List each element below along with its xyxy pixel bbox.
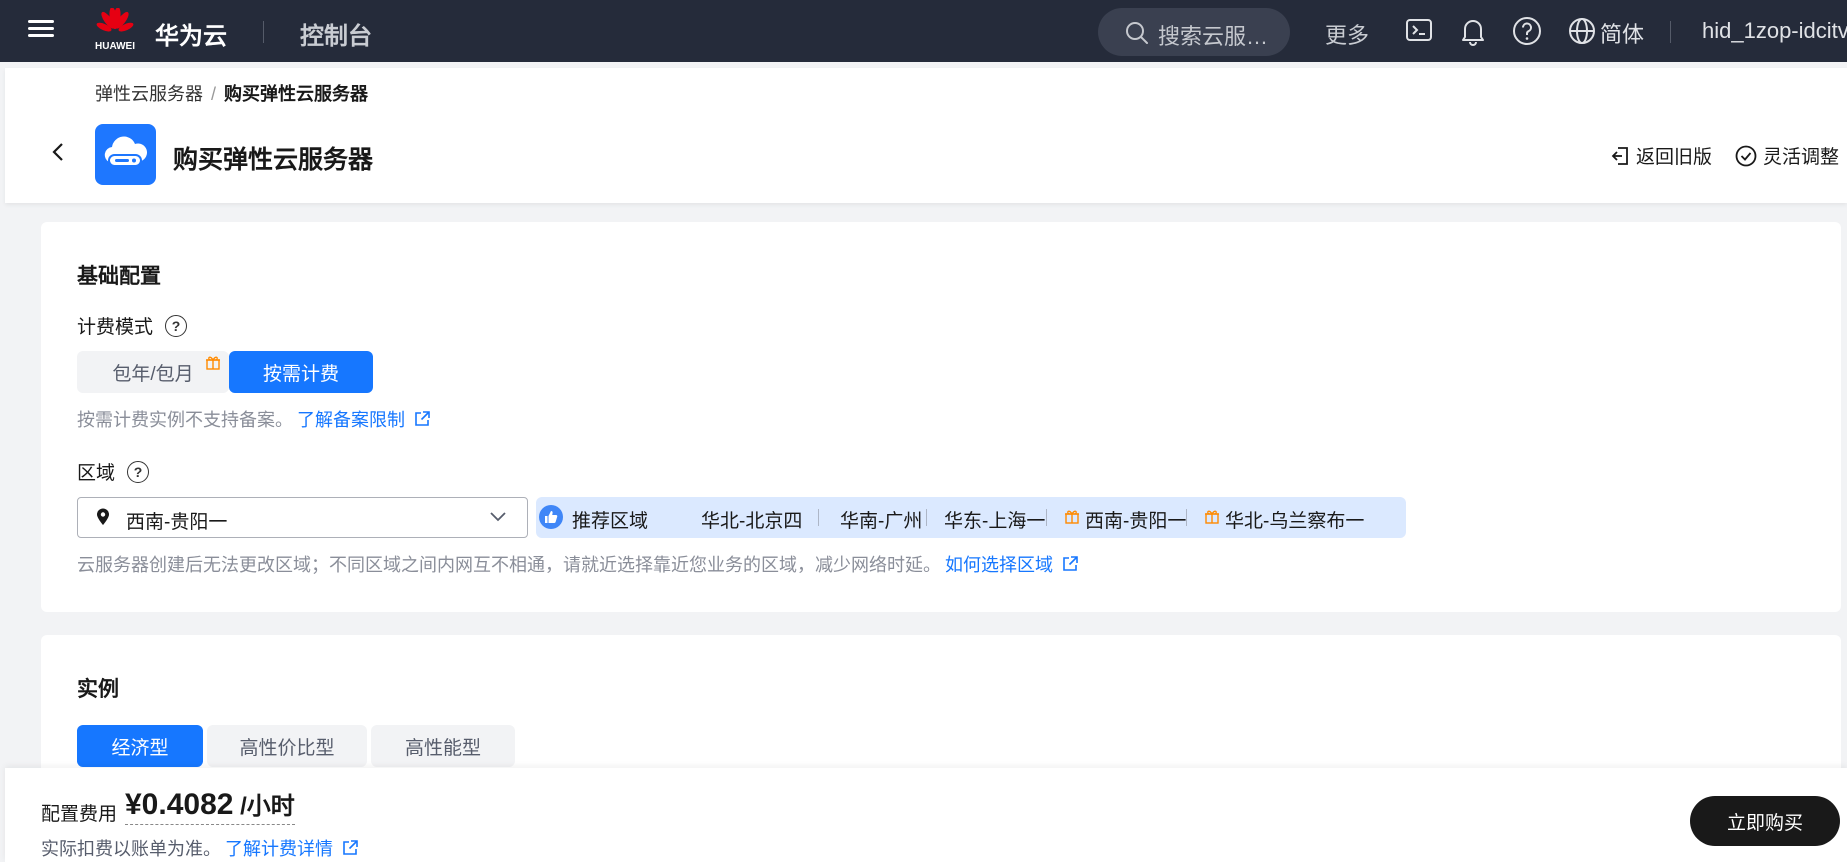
section-title: 基础配置 [77,265,161,288]
basic-config-card: 基础配置 计费模式 ? 包年/包月 按需计费 按需计费实例不支持备案。 了解备案… [41,222,1841,612]
filing-restriction-link[interactable]: 了解备案限制 [297,406,431,432]
billing-hint: 按需计费实例不支持备案。 了解备案限制 [77,406,431,432]
flexible-adjust-label: 灵活调整 [1763,147,1840,168]
billing-mode-label: 计费模式 ? [77,312,188,339]
gift-icon [1065,510,1079,524]
external-link-icon [415,411,430,426]
help-icon[interactable]: ? [127,460,150,483]
flexible-adjust-button[interactable]: 灵活调整 [1735,142,1839,169]
divider [1046,509,1047,526]
divider [926,509,927,526]
help-icon[interactable] [1512,16,1542,46]
page-title: 购买弹性云服务器 [173,146,374,174]
region-option-guiyang1[interactable]: 西南-贵阳一 [1085,506,1186,533]
region-label: 区域 ? [77,458,150,485]
external-link-icon [343,840,358,855]
search-icon [1126,22,1148,44]
divider [818,509,819,526]
region-option-guangzhou[interactable]: 华南-广州 [840,506,922,533]
search-input[interactable]: 搜索云服… [1098,8,1290,56]
region-option-beijing4[interactable]: 华北-北京四 [701,506,802,533]
section-title: 实例 [77,678,119,701]
more-menu[interactable]: 更多 [1325,18,1369,50]
external-link-icon [1063,556,1078,571]
breadcrumb: 弹性云服务器 / 购买弹性云服务器 [95,84,369,104]
region-option-shanghai1[interactable]: 华东-上海一 [944,506,1045,533]
region-selected-value: 西南-贵阳一 [126,512,228,533]
buy-now-button[interactable]: 立即购买 [1690,796,1840,846]
chevron-down-icon [490,512,506,522]
location-pin-icon [97,508,109,525]
check-circle-icon [1735,145,1757,166]
price-unit: /小时 [233,793,295,820]
thumbs-up-icon [539,505,563,529]
how-to-choose-region-link[interactable]: 如何选择区域 [945,551,1079,577]
help-icon[interactable]: ? [165,314,188,337]
region-label-text: 区域 [77,463,116,484]
search-placeholder: 搜索云服… [1158,24,1269,49]
ecs-product-icon [95,124,156,185]
terminal-icon[interactable] [1405,16,1433,44]
gift-icon [1205,510,1219,524]
breadcrumb-ecs[interactable]: 弹性云服务器 [95,84,203,104]
how-to-choose-region-link-text: 如何选择区域 [945,555,1053,575]
exit-icon [1611,146,1628,165]
region-hint: 云服务器创建后无法更改区域；不同区域之间内网互不相通，请就近选择靠近您业务的区域… [77,551,1079,577]
region-hint-text: 云服务器创建后无法更改区域；不同区域之间内网互不相通，请就近选择靠近您业务的区域… [77,555,941,575]
huawei-logo[interactable]: HUAWEI [92,7,138,56]
return-old-version-button[interactable]: 返回旧版 [1610,142,1712,169]
region-option-ulanqab1[interactable]: 华北-乌兰察布一 [1225,506,1364,533]
fee-note-text: 实际扣费以账单为准。 [41,839,221,859]
page-header: 弹性云服务器 / 购买弹性云服务器 购买弹性云服务器 返回旧版 灵活调整 [5,68,1847,203]
divider [1670,21,1671,43]
fee-note: 实际扣费以账单为准。 了解计费详情 [41,835,359,861]
divider [263,21,264,43]
config-price[interactable]: ¥0.4082 /小时 [125,786,295,825]
logo-text: HUAWEI [95,41,135,52]
recommended-regions-title: 推荐区域 [572,511,649,532]
instance-tab-high-performance[interactable]: 高性能型 [371,725,515,767]
globe-icon[interactable] [1568,17,1596,45]
instance-tab-cost-effective[interactable]: 高性价比型 [207,725,367,767]
top-navigation-bar: HUAWEI 华为云 控制台 搜索云服… 更多 简体 hid_1zop-idci… [0,0,1847,62]
divider [1186,509,1187,526]
billing-hint-text: 按需计费实例不支持备案。 [77,410,293,430]
return-old-version-label: 返回旧版 [1636,147,1713,168]
billing-details-link-text: 了解计费详情 [225,839,333,859]
instance-tab-economy[interactable]: 经济型 [77,725,203,767]
back-arrow-icon[interactable] [48,141,70,163]
breadcrumb-current: 购买弹性云服务器 [224,84,369,104]
billing-mode-text: 计费模式 [77,317,154,338]
region-select[interactable]: 西南-贵阳一 [77,497,528,538]
price-value: ¥0.4082 [125,788,234,821]
recommended-regions-bar: 推荐区域 华北-北京四 华南-广州 华东-上海一 西南-贵阳一 华北-乌兰察布一 [536,497,1406,538]
billing-details-link[interactable]: 了解计费详情 [225,835,359,861]
order-footer: 配置费用 ¥0.4082 /小时 实际扣费以账单为准。 了解计费详情 立即购买 [5,768,1847,862]
user-account[interactable]: hid_1zop-idcitvo [1702,18,1847,44]
console-link[interactable]: 控制台 [300,16,372,51]
gift-icon [206,356,220,370]
brand-name[interactable]: 华为云 [155,16,227,51]
language-switch[interactable]: 简体 [1600,17,1644,49]
filing-restriction-link-text: 了解备案限制 [297,410,405,430]
billing-option-on-demand[interactable]: 按需计费 [229,351,373,393]
fee-label: 配置费用 [41,804,118,825]
bell-icon[interactable] [1459,16,1487,46]
menu-icon[interactable] [24,16,58,46]
